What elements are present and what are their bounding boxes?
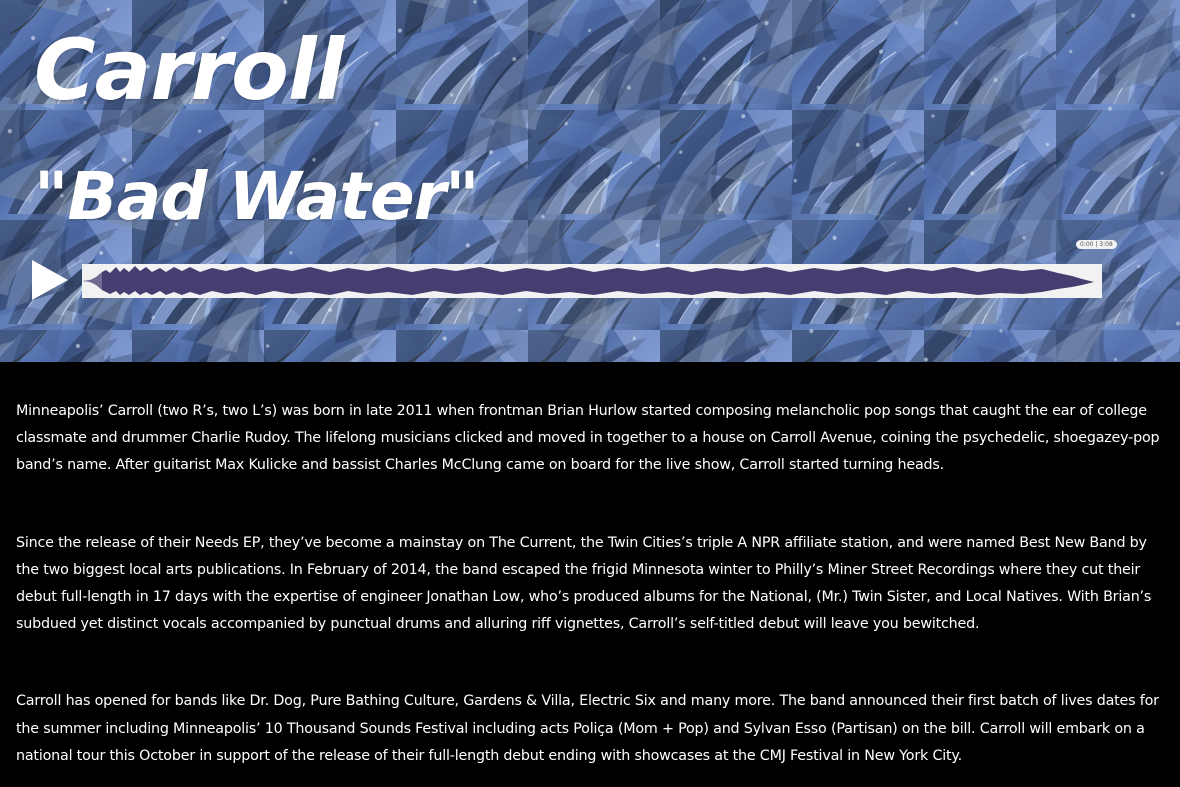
header-banner: Carroll "Bad Water" 0:00 | 3:08 — [0, 0, 1180, 362]
play-icon — [32, 260, 68, 300]
playback-time: 0:00 | 3:08 — [1076, 240, 1117, 249]
artist-name: Carroll — [34, 21, 344, 119]
play-button[interactable] — [30, 258, 70, 302]
bio-paragraph: Since the release of their Needs EP, the… — [16, 534, 1152, 633]
audio-waveform[interactable] — [82, 264, 1102, 298]
bio-paragraph: Carroll has opened for bands like Dr. Do… — [16, 693, 1159, 764]
bio-paragraph: Minneapolis’ Carroll (two R’s, two L’s) … — [16, 403, 1160, 474]
artist-bio: Minneapolis’ Carroll (two R’s, two L’s) … — [16, 398, 1166, 770]
track-title: "Bad Water" — [34, 158, 480, 235]
